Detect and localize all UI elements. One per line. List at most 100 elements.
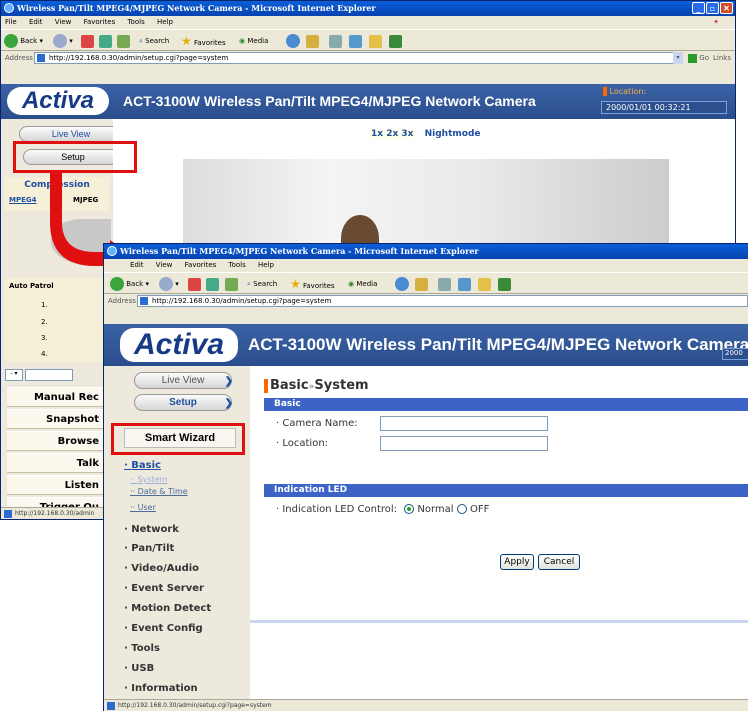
refresh-button[interactable] (99, 33, 112, 49)
forward-button[interactable]: ▾ (159, 276, 179, 292)
patrol-item[interactable]: 4. (41, 350, 48, 358)
address-input[interactable]: http://192.168.0.30/admin/setup.cgi?page… (34, 52, 675, 64)
history-icon (286, 34, 300, 48)
favorites-button[interactable]: ★ Favorites (181, 33, 226, 49)
home-button[interactable] (117, 33, 130, 49)
search-button[interactable]: ⌕ Search (247, 276, 277, 292)
stop-button[interactable] (81, 33, 94, 49)
nav-tools[interactable]: · Tools (124, 643, 160, 654)
nav-event-config[interactable]: · Event Config (124, 623, 203, 634)
go-button[interactable]: Go (688, 51, 709, 65)
stop-icon (81, 34, 94, 48)
cancel-button[interactable]: Cancel (538, 554, 580, 570)
camera-name-input[interactable] (380, 416, 548, 431)
home-icon (117, 34, 130, 48)
menu-file[interactable]: File (5, 18, 17, 26)
mail-button[interactable] (306, 33, 319, 49)
front-live-view-button[interactable]: Live View ❯ (134, 372, 233, 389)
forward-button[interactable]: ▾ (53, 33, 73, 49)
front-setup-button[interactable]: Setup ❯ (134, 394, 233, 411)
messenger-icon (498, 277, 511, 291)
address-input[interactable]: http://192.168.0.30/admin/setup.cgi?page… (137, 295, 748, 307)
talk-button[interactable]: Talk (7, 453, 105, 473)
nav-pan-tilt[interactable]: · Pan/Tilt (124, 543, 174, 554)
auto-patrol-title: Auto Patrol (9, 282, 54, 290)
menu-edit[interactable]: Edit (130, 261, 144, 269)
stop-button[interactable] (188, 276, 201, 292)
menu-view[interactable]: View (156, 261, 173, 269)
patrol-input[interactable] (25, 369, 73, 381)
edit-button[interactable] (349, 33, 362, 49)
menu-favorites[interactable]: Favorites (185, 261, 217, 269)
codec-mpeg4-link[interactable]: MPEG4 (9, 196, 37, 204)
maximize-button[interactable]: ▫ (706, 2, 719, 14)
patrol-item[interactable]: 1. (41, 301, 48, 309)
menu-help[interactable]: Help (157, 18, 173, 26)
media-icon: ◉ (348, 280, 355, 288)
led-normal-radio[interactable] (404, 504, 415, 514)
nav-sub-date-time[interactable]: ·· Date & Time (130, 487, 188, 496)
listen-button[interactable]: Listen (7, 475, 105, 495)
print-icon (329, 34, 342, 48)
print-button[interactable] (329, 33, 342, 49)
print-button[interactable] (438, 276, 451, 292)
back-menu-bar: File Edit View Favorites Tools Help ✦ (1, 16, 735, 29)
nav-information[interactable]: · Information (124, 683, 198, 694)
favorites-button[interactable]: ★ Favorites (290, 276, 335, 292)
back-button[interactable]: Back ▾ (4, 33, 43, 49)
nav-motion-detect[interactable]: · Motion Detect (124, 603, 211, 614)
nav-sub-system[interactable]: ·· System (130, 475, 167, 484)
menu-edit[interactable]: Edit (29, 18, 43, 26)
go-arrow-icon (688, 53, 698, 63)
menu-view[interactable]: View (55, 18, 72, 26)
folder-button[interactable] (369, 33, 382, 49)
history-button[interactable] (286, 33, 300, 49)
menu-help[interactable]: Help (258, 261, 274, 269)
page-title: Basic»System (264, 378, 369, 393)
manual-record-button[interactable]: Manual Rec (7, 387, 105, 407)
zoom-options[interactable]: 1x 2x 3x (369, 129, 416, 139)
menu-tools[interactable]: Tools (127, 18, 144, 26)
location-input[interactable] (380, 436, 548, 451)
address-dropdown-icon[interactable]: ▾ (673, 52, 683, 64)
mail-button[interactable] (415, 276, 428, 292)
menu-tools[interactable]: Tools (229, 261, 246, 269)
messenger-button[interactable] (389, 33, 402, 49)
minimize-button[interactable]: _ (692, 2, 705, 14)
home-button[interactable] (225, 276, 238, 292)
chevron-right-icon: ❯ (224, 376, 233, 387)
patrol-select[interactable]: - ▾ (5, 369, 23, 381)
media-button[interactable]: ◉ Media (348, 276, 377, 292)
back-setup-highlight (13, 141, 137, 173)
history-button[interactable] (395, 276, 409, 292)
front-address-bar: Address http://192.168.0.30/admin/setup.… (104, 294, 748, 308)
nightmode-link[interactable]: Nightmode (425, 129, 481, 139)
nav-sub-user[interactable]: ·· User (130, 503, 156, 512)
search-icon: ⌕ (247, 280, 251, 288)
nav-basic[interactable]: · Basic (124, 460, 161, 471)
back-button[interactable]: Back ▾ (110, 276, 149, 292)
mail-icon (306, 34, 319, 48)
nav-usb[interactable]: · USB (124, 663, 154, 674)
menu-favorites[interactable]: Favorites (84, 18, 116, 26)
edit-button[interactable] (458, 276, 471, 292)
close-button[interactable]: ✕ (720, 2, 733, 14)
folder-icon (369, 34, 382, 48)
nav-video-audio[interactable]: · Video/Audio (124, 563, 199, 574)
location-label: · Location: (276, 438, 329, 449)
search-button[interactable]: ⌕ Search (139, 33, 169, 49)
back-live-view-button[interactable]: Live View❯ (19, 126, 124, 142)
apply-button[interactable]: Apply (500, 554, 534, 570)
nav-event-server[interactable]: · Event Server (124, 583, 204, 594)
messenger-button[interactable] (498, 276, 511, 292)
media-button[interactable]: ◉ Media (239, 33, 268, 49)
led-off-radio[interactable] (456, 504, 467, 514)
snapshot-button[interactable]: Snapshot (7, 409, 105, 429)
folder-button[interactable] (478, 276, 491, 292)
links-button[interactable]: Links (713, 51, 731, 65)
browse-button[interactable]: Browse (7, 431, 105, 451)
refresh-button[interactable] (206, 276, 219, 292)
patrol-item[interactable]: 2. (41, 318, 48, 326)
nav-network[interactable]: · Network (124, 524, 179, 535)
patrol-item[interactable]: 3. (41, 334, 48, 342)
